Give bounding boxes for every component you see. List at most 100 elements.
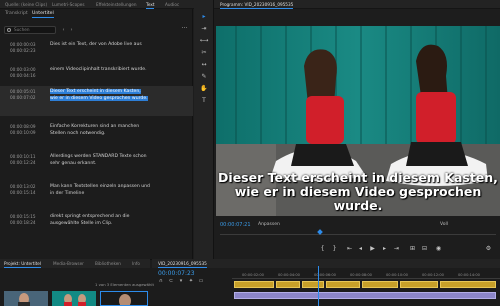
caption-out: 00:00:10:09	[10, 130, 36, 135]
caption-text[interactable]: Allerdings werden STANDARD Texte schon s…	[50, 154, 150, 167]
caption-text[interactable]: direkt springt entsprechend an die ausge…	[50, 214, 150, 227]
razor-tool-icon[interactable]: ✂	[199, 48, 209, 57]
video-clip[interactable]	[234, 292, 496, 299]
ruler-label: 00:00:04:00	[278, 273, 300, 277]
text-panel: Transkript Untertitel Suchen ‹ › ··· 00:…	[0, 9, 193, 259]
program-monitor-video[interactable]: Dieser Text erscheint in diesem Kasten, …	[216, 26, 500, 216]
caption-item[interactable]: 00:00:13:02 00:00:15:14 Man kann Textste…	[0, 181, 193, 211]
search-input[interactable]: Suchen	[4, 26, 56, 34]
slip-tool-icon[interactable]: ↔	[199, 60, 209, 69]
timeline-timecode[interactable]: 00:00:07:23	[158, 270, 195, 277]
project-thumbnail[interactable]	[52, 291, 96, 306]
caption-overlay: Dieser Text erscheint in diesem Kasten, …	[216, 171, 500, 213]
track-select-tool-icon[interactable]: ⇥	[199, 24, 209, 33]
insert-icon[interactable]: ⊞	[408, 245, 417, 253]
linked-selection-icon[interactable]: ⊂	[168, 278, 174, 284]
video-track	[232, 292, 500, 299]
selection-tool-icon[interactable]: ▸	[199, 12, 209, 21]
caption-out: 00:00:04:16	[10, 73, 36, 78]
play-icon[interactable]: ▶	[368, 245, 377, 253]
ruler-label: 00:00:14:00	[458, 273, 480, 277]
text-subtabs: Transkript Untertitel	[0, 9, 193, 19]
thumbnail-image	[4, 291, 48, 306]
caption-text[interactable]: einem Videoclipinhalt transkribiert wurd…	[50, 67, 150, 74]
go-to-in-icon[interactable]: ⇤	[345, 245, 354, 253]
tab-libraries[interactable]: Bibliotheken	[95, 260, 121, 267]
caption-item[interactable]: 00:00:10:11 00:00:12:24 Allerdings werde…	[0, 151, 193, 181]
monitor-scrub-bar[interactable]	[220, 234, 496, 237]
timeline-sequence-tab[interactable]: VID_20230916_095535	[158, 260, 207, 268]
tab-effect-controls[interactable]: Effekteinstellungen	[96, 1, 137, 8]
ripple-edit-tool-icon[interactable]: ⟷	[199, 36, 209, 45]
project-item-count: 1 von 3 Elementen ausgewählt	[95, 282, 154, 287]
caption-text[interactable]: Dies ist ein Text, der von Adobe live au…	[50, 42, 150, 49]
caption-out: 00:00:18:24	[10, 220, 36, 225]
tab-source[interactable]: Quelle: (keine Clips)	[5, 1, 47, 8]
add-marker-icon[interactable]: ▾	[178, 278, 184, 284]
caption-clip[interactable]	[302, 281, 324, 288]
ruler-label: 00:00:12:00	[422, 273, 444, 277]
timeline-ruler[interactable]: 00:00:02:00 00:00:04:00 00:00:06:00 00:0…	[232, 273, 500, 279]
caption-clip[interactable]	[362, 281, 398, 288]
tab-lumetri-scopes[interactable]: Lumetri-Scopes	[52, 1, 85, 8]
more-options-button[interactable]: ···	[180, 26, 189, 34]
monitor-timecode[interactable]: 00:00:07:21	[220, 222, 251, 228]
caption-out: 00:00:12:24	[10, 160, 36, 165]
quality-select[interactable]: Voll	[440, 222, 448, 227]
tools-panel: ▸ ⇥ ⟷ ✂ ↔ ✎ ✋ T	[194, 0, 214, 259]
caption-clip[interactable]	[440, 281, 496, 288]
caption-text[interactable]: Man kann Textstellen einzeln anpassen un…	[50, 184, 150, 197]
fit-select[interactable]: Anpassen	[258, 222, 280, 227]
caption-out: 00:00:02:23	[10, 48, 36, 53]
caption-text[interactable]: Einfache Korrekturen sind an manchen Ste…	[50, 124, 150, 137]
caption-in: 00:00:05:01	[10, 89, 36, 94]
wrench-icon[interactable]: ✦	[188, 278, 194, 284]
tab-captions[interactable]: Untertitel	[32, 11, 54, 18]
pen-tool-icon[interactable]: ✎	[199, 72, 209, 81]
tab-project[interactable]: Projekt: Untertitel	[4, 260, 42, 268]
previous-result-button[interactable]: ‹	[60, 26, 67, 34]
caption-in: 00:00:15:15	[10, 214, 36, 219]
caption-text[interactable]: Dieser Text erscheint in diesem Kasten, …	[50, 89, 150, 102]
overwrite-icon[interactable]: ⊟	[420, 245, 429, 253]
tab-info[interactable]: Info	[132, 260, 140, 267]
caption-clip[interactable]	[326, 281, 360, 288]
caption-in: 00:00:10:11	[10, 154, 36, 159]
captions-icon[interactable]: ▭	[198, 278, 204, 284]
tab-media-browser[interactable]: Media-Browser	[53, 260, 84, 267]
step-back-icon[interactable]: ◂	[356, 245, 365, 253]
program-monitor-title[interactable]: Programm: VID_20230916_095535	[220, 1, 294, 9]
settings-icon[interactable]: ⚙	[484, 245, 493, 253]
hand-tool-icon[interactable]: ✋	[199, 84, 209, 93]
mark-out-icon[interactable]: }	[330, 245, 339, 253]
timeline-playhead[interactable]	[318, 266, 319, 306]
caption-item[interactable]: 00:00:08:09 00:00:10:09 Einfache Korrekt…	[0, 121, 193, 151]
caption-item[interactable]: 00:00:15:15 00:00:18:24 direkt springt e…	[0, 211, 193, 241]
step-forward-icon[interactable]: ▸	[380, 245, 389, 253]
caption-clip[interactable]	[234, 281, 274, 288]
tab-audio[interactable]: Audioc	[165, 1, 179, 8]
export-frame-icon[interactable]: ◉	[434, 245, 443, 253]
caption-item-selected[interactable]: 00:00:05:01 00:00:07:02 Dieser Text ersc…	[0, 86, 193, 116]
tab-transcript[interactable]: Transkript	[5, 11, 28, 16]
thumbnail-image	[52, 291, 96, 306]
timeline-header: VID_20230916_095535	[152, 259, 500, 268]
caption-clip[interactable]	[400, 281, 438, 288]
project-tab-bar: Projekt: Untertitel Media-Browser Biblio…	[0, 259, 150, 268]
caption-clip[interactable]	[276, 281, 300, 288]
next-result-button[interactable]: ›	[68, 26, 75, 34]
caption-out: 00:00:15:14	[10, 190, 36, 195]
go-to-out-icon[interactable]: ⇥	[392, 245, 401, 253]
program-monitor-header: Programm: VID_20230916_095535	[215, 0, 500, 9]
tab-text[interactable]: Text	[146, 1, 155, 9]
type-tool-icon[interactable]: T	[199, 96, 209, 105]
caption-text-highlight: Dieser Text erscheint in diesem Kasten, …	[50, 89, 148, 101]
caption-out: 00:00:07:02	[10, 95, 36, 100]
snap-icon[interactable]: ∩	[158, 278, 164, 284]
mark-in-icon[interactable]: {	[318, 245, 327, 253]
project-thumbnail[interactable]	[4, 291, 48, 306]
captions-track	[232, 281, 500, 288]
ruler-label: 00:00:02:00	[242, 273, 264, 277]
caption-in: 00:00:00:03	[10, 42, 36, 47]
project-thumbnail-selected[interactable]	[100, 291, 148, 306]
